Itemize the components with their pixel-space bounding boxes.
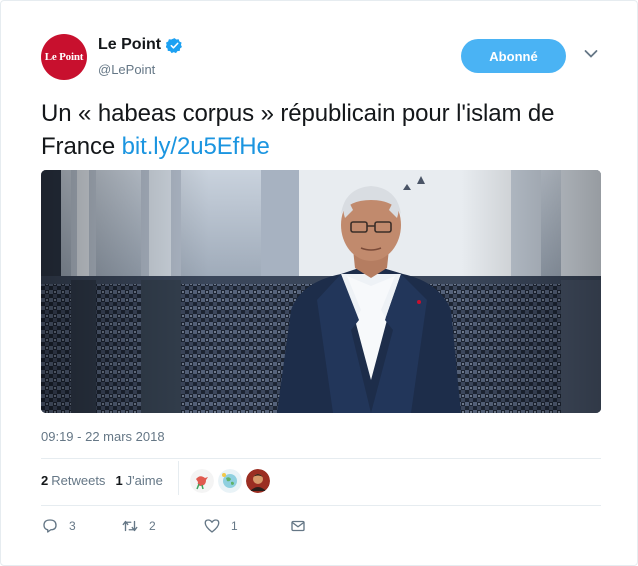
divider (41, 458, 601, 459)
retweet-count: 2 (149, 519, 156, 533)
stats-separator (178, 461, 179, 495)
reply-icon (43, 519, 57, 533)
following-button[interactable]: Abonné (461, 39, 566, 73)
tweet-text: Un « habeas corpus » républicain pour l'… (41, 97, 606, 163)
following-button-label: Abonné (489, 48, 538, 64)
reply-count: 3 (69, 519, 76, 533)
avatar-logo-text: Le Point (44, 51, 84, 63)
profile-avatar[interactable]: Le Point (41, 34, 87, 80)
likes-count: 1 (115, 473, 123, 488)
retweets-stat[interactable]: 2 Retweets (41, 473, 105, 488)
liker-avatar-portrait[interactable] (246, 469, 270, 493)
retweet-icon (122, 520, 138, 532)
tweet-stats: 2 Retweets 1 J'aime (41, 473, 163, 488)
likes-stat[interactable]: 1 J'aime (115, 473, 162, 488)
chevron-down-icon[interactable] (584, 49, 598, 59)
mail-icon (291, 520, 305, 532)
display-name[interactable]: Le Point (98, 36, 161, 54)
tweet-link[interactable]: bit.ly/2u5EfHe (122, 133, 270, 160)
reply-action[interactable]: 3 (41, 517, 121, 535)
like-count: 1 (231, 519, 238, 533)
liker-avatar-bird[interactable] (190, 469, 214, 493)
tweet-actions: 3 2 1 (41, 517, 307, 535)
heart-icon (204, 519, 220, 533)
liker-avatars (190, 469, 270, 493)
liker-avatar-globe[interactable] (218, 469, 242, 493)
tweet-card: Le Point Le Point @LePoint Abonné Un « h… (0, 0, 638, 566)
direct-message-action[interactable] (289, 517, 307, 535)
portrait-photo-image (41, 170, 601, 413)
retweet-action[interactable]: 2 (121, 517, 203, 535)
likes-label: J'aime (125, 473, 163, 488)
retweets-label: Retweets (51, 473, 106, 488)
verified-badge-icon (166, 37, 183, 53)
name-row: Le Point (98, 36, 183, 54)
divider (41, 505, 601, 506)
user-handle[interactable]: @LePoint (98, 62, 155, 77)
tweet-body: Un « habeas corpus » républicain pour l'… (41, 100, 555, 160)
tweet-photo[interactable] (41, 170, 601, 413)
tweet-timestamp[interactable]: 09:19 - 22 mars 2018 (41, 429, 165, 444)
like-action[interactable]: 1 (203, 517, 289, 535)
retweets-count: 2 (41, 473, 49, 488)
